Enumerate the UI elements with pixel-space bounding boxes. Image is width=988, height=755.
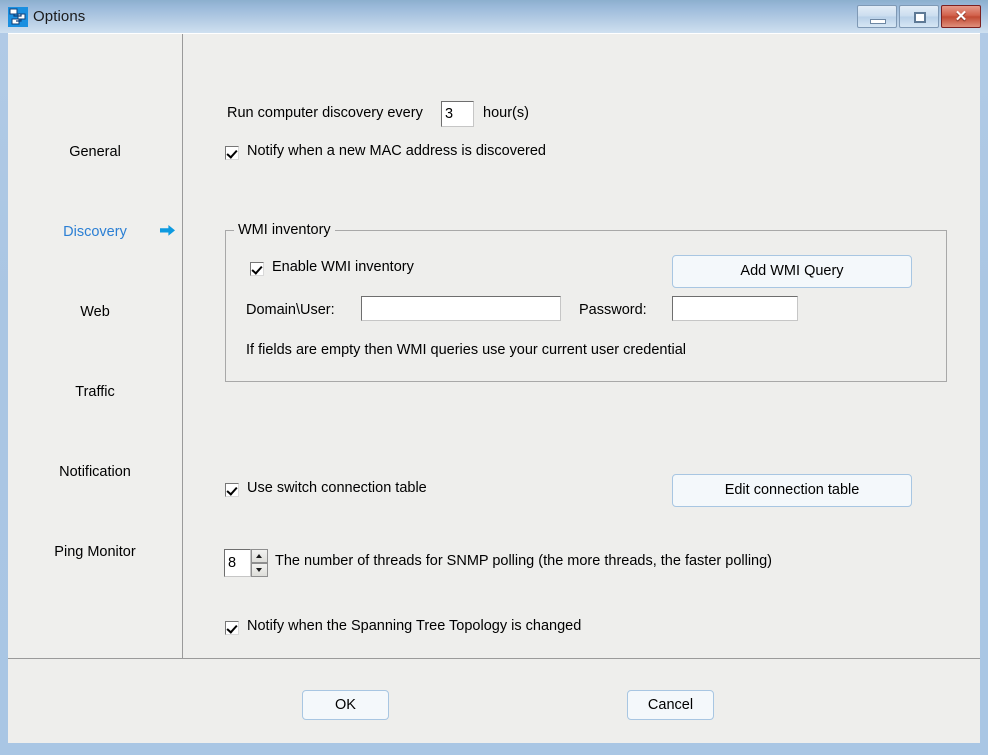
sidebar-item-notification[interactable]: Notification bbox=[8, 464, 182, 488]
minimize-button[interactable] bbox=[857, 5, 897, 28]
options-sidebar: General Discovery Web Traffic Notificati… bbox=[8, 34, 182, 658]
discovery-settings-panel: Run computer discovery every hour(s) Not… bbox=[183, 34, 980, 658]
arrow-right-icon bbox=[160, 224, 175, 237]
maximize-button[interactable] bbox=[899, 5, 939, 28]
sidebar-item-label: Discovery bbox=[63, 224, 127, 240]
wmi-credential-hint: If fields are empty then WMI queries use… bbox=[246, 342, 687, 358]
snmp-threads-increment-button[interactable] bbox=[251, 549, 268, 563]
title-bar[interactable]: Options ✕ bbox=[0, 0, 988, 33]
chevron-up-icon bbox=[256, 554, 262, 558]
domain-user-input[interactable] bbox=[361, 296, 561, 321]
dialog-client-area: General Discovery Web Traffic Notificati… bbox=[8, 33, 980, 743]
checkbox-box-checked bbox=[250, 262, 264, 276]
snmp-threads-label: The number of threads for SNMP polling (… bbox=[275, 553, 773, 569]
checkbox-box-checked bbox=[225, 621, 239, 635]
notify-mac-label: Notify when a new MAC address is discove… bbox=[247, 143, 546, 159]
sidebar-item-label: Web bbox=[80, 304, 110, 320]
minimize-icon bbox=[870, 19, 886, 24]
cancel-button[interactable]: Cancel bbox=[627, 690, 714, 720]
discovery-interval-input[interactable] bbox=[441, 101, 474, 127]
notify-spanning-tree-label: Notify when the Spanning Tree Topology i… bbox=[247, 618, 582, 634]
sidebar-item-traffic[interactable]: Traffic bbox=[8, 384, 182, 408]
sidebar-item-web[interactable]: Web bbox=[8, 304, 182, 328]
password-input[interactable] bbox=[672, 296, 798, 321]
use-switch-connection-table-label: Use switch connection table bbox=[247, 480, 427, 496]
edit-connection-table-button[interactable]: Edit connection table bbox=[672, 474, 912, 507]
options-dialog-window: Options ✕ General Discovery Web Traffic … bbox=[0, 0, 988, 755]
chevron-down-icon bbox=[256, 568, 262, 572]
domain-user-label: Domain\User: bbox=[246, 302, 335, 318]
network-topology-icon bbox=[8, 7, 28, 27]
ok-button[interactable]: OK bbox=[302, 690, 389, 720]
discovery-interval-unit-label: hour(s) bbox=[483, 105, 529, 121]
checkbox-box-checked bbox=[225, 146, 239, 160]
window-title: Options bbox=[33, 8, 86, 25]
dialog-footer: OK Cancel bbox=[8, 659, 980, 743]
sidebar-item-general[interactable]: General bbox=[8, 144, 182, 168]
close-button[interactable]: ✕ bbox=[941, 5, 981, 28]
sidebar-item-label: Ping Monitor bbox=[54, 544, 136, 560]
close-icon: ✕ bbox=[954, 8, 968, 25]
maximize-icon bbox=[914, 12, 926, 23]
password-label: Password: bbox=[579, 302, 647, 318]
sidebar-item-ping-monitor[interactable]: Ping Monitor bbox=[8, 544, 182, 568]
discovery-interval-label: Run computer discovery every bbox=[227, 105, 423, 121]
sidebar-item-label: Notification bbox=[59, 464, 131, 480]
snmp-threads-decrement-button[interactable] bbox=[251, 563, 268, 577]
snmp-threads-spinner[interactable] bbox=[224, 549, 268, 577]
wmi-inventory-group-title: WMI inventory bbox=[234, 222, 335, 238]
add-wmi-query-button[interactable]: Add WMI Query bbox=[672, 255, 912, 288]
enable-wmi-label: Enable WMI inventory bbox=[272, 259, 414, 275]
snmp-threads-input[interactable] bbox=[224, 549, 251, 577]
sidebar-item-discovery[interactable]: Discovery bbox=[8, 224, 182, 248]
checkbox-box-checked bbox=[225, 483, 239, 497]
sidebar-item-label: Traffic bbox=[75, 384, 115, 400]
sidebar-item-label: General bbox=[69, 144, 121, 160]
